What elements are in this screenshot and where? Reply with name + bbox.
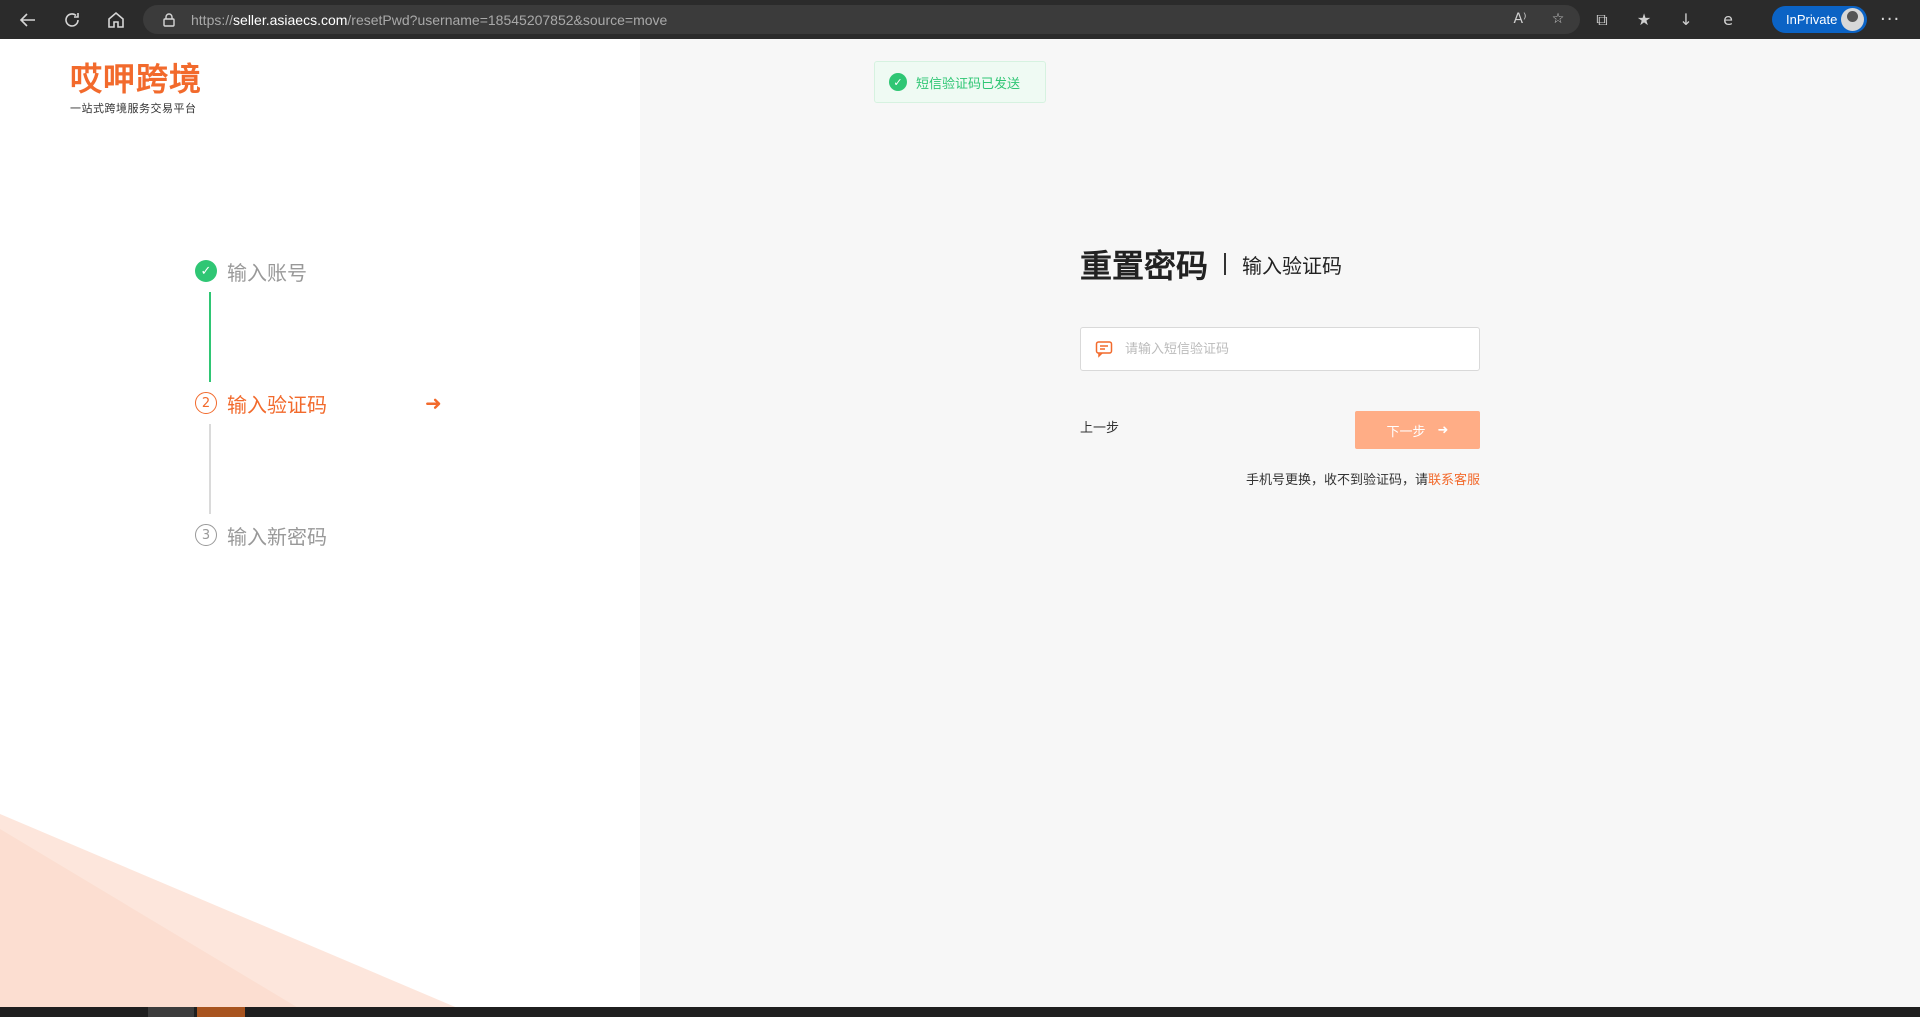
reset-password-form: 重置密码 输入验证码 上一步 下一步 ➜ 手机号更换，收不到验证码，请联系客服 xyxy=(1080,241,1480,488)
url-text[interactable]: https://seller.asiaecs.com/resetPwd?user… xyxy=(191,12,667,28)
left-panel: 哎呷跨境 一站式跨境服务交易平台 ✓ 输入账号 2 输入验证码 ➜ 3 输入新密… xyxy=(0,39,640,1007)
address-bar[interactable]: https://seller.asiaecs.com/resetPwd?user… xyxy=(143,5,1580,34)
brand-logo[interactable]: 哎呷跨境 一站式跨境服务交易平台 xyxy=(70,61,202,116)
progress-steps: ✓ 输入账号 2 输入验证码 ➜ 3 输入新密码 xyxy=(195,258,442,549)
title-divider xyxy=(1224,253,1227,275)
step-connector xyxy=(209,424,211,514)
arrow-right-icon: ➜ xyxy=(1437,422,1449,438)
hint-text: 手机号更换，收不到验证码，请 xyxy=(1245,473,1428,488)
brand-tagline: 一站式跨境服务交易平台 xyxy=(70,102,197,115)
taskbar-item[interactable] xyxy=(197,1007,245,1017)
right-panel: ✓ 短信验证码已发送 重置密码 输入验证码 上一步 下一步 ➜ 手机号更换，收不… xyxy=(640,39,1920,1007)
next-step-label: 下一步 xyxy=(1386,424,1426,440)
arrow-right-icon: ➜ xyxy=(425,391,442,415)
check-circle-icon: ✓ xyxy=(889,73,907,91)
favorites-icon[interactable]: ★ xyxy=(1634,10,1654,30)
more-options-icon[interactable]: ··· xyxy=(1880,9,1900,30)
extensions-icon[interactable]: ⧉ xyxy=(1592,10,1612,30)
step-number: 2 xyxy=(195,392,217,414)
step-account: ✓ 输入账号 xyxy=(195,258,327,285)
form-actions: 上一步 下一步 ➜ xyxy=(1080,411,1480,449)
next-step-button[interactable]: 下一步 ➜ xyxy=(1355,411,1480,449)
step-verify-code: 2 输入验证码 ➜ xyxy=(195,390,442,417)
home-icon[interactable] xyxy=(94,0,138,39)
os-taskbar xyxy=(0,1007,1920,1017)
step-connector xyxy=(209,292,211,382)
page-title: 重置密码 xyxy=(1080,247,1209,285)
sms-code-field[interactable] xyxy=(1080,327,1480,371)
sms-code-input[interactable] xyxy=(1125,341,1465,357)
avatar xyxy=(1841,8,1864,31)
check-icon: ✓ xyxy=(195,260,217,282)
page-subtitle: 输入验证码 xyxy=(1242,253,1343,278)
contact-support-link[interactable]: 联系客服 xyxy=(1428,473,1480,488)
background-decoration xyxy=(0,814,456,1007)
taskbar-item[interactable] xyxy=(148,1007,194,1017)
edge-collections-icon[interactable]: e xyxy=(1718,10,1738,30)
step-label: 输入新密码 xyxy=(227,524,327,549)
step-number: 3 xyxy=(195,524,217,546)
step-label: 输入验证码 xyxy=(227,392,327,417)
form-header: 重置密码 输入验证码 xyxy=(1080,241,1480,287)
lock-icon[interactable] xyxy=(161,12,177,28)
refresh-icon[interactable] xyxy=(50,0,94,39)
read-aloud-icon[interactable]: A⁾ xyxy=(1510,9,1530,29)
toast-message: 短信验证码已发送 xyxy=(916,76,1021,92)
back-icon[interactable] xyxy=(6,0,50,39)
support-hint: 手机号更换，收不到验证码，请联系客服 xyxy=(1080,469,1480,488)
sms-sent-toast: ✓ 短信验证码已发送 xyxy=(874,61,1046,103)
step-new-password: 3 输入新密码 xyxy=(195,522,327,549)
step-label: 输入账号 xyxy=(227,260,307,285)
downloads-icon[interactable]: ↓ xyxy=(1676,10,1696,30)
favorite-add-icon[interactable]: ☆ xyxy=(1548,9,1568,29)
inprivate-label: InPrivate xyxy=(1786,12,1838,27)
message-icon xyxy=(1095,341,1113,358)
inprivate-button[interactable]: InPrivate xyxy=(1772,6,1867,33)
browser-toolbar: https://seller.asiaecs.com/resetPwd?user… xyxy=(0,0,1920,39)
brand-name: 哎呷跨境 xyxy=(70,60,203,98)
prev-step-button[interactable]: 上一步 xyxy=(1080,417,1119,436)
